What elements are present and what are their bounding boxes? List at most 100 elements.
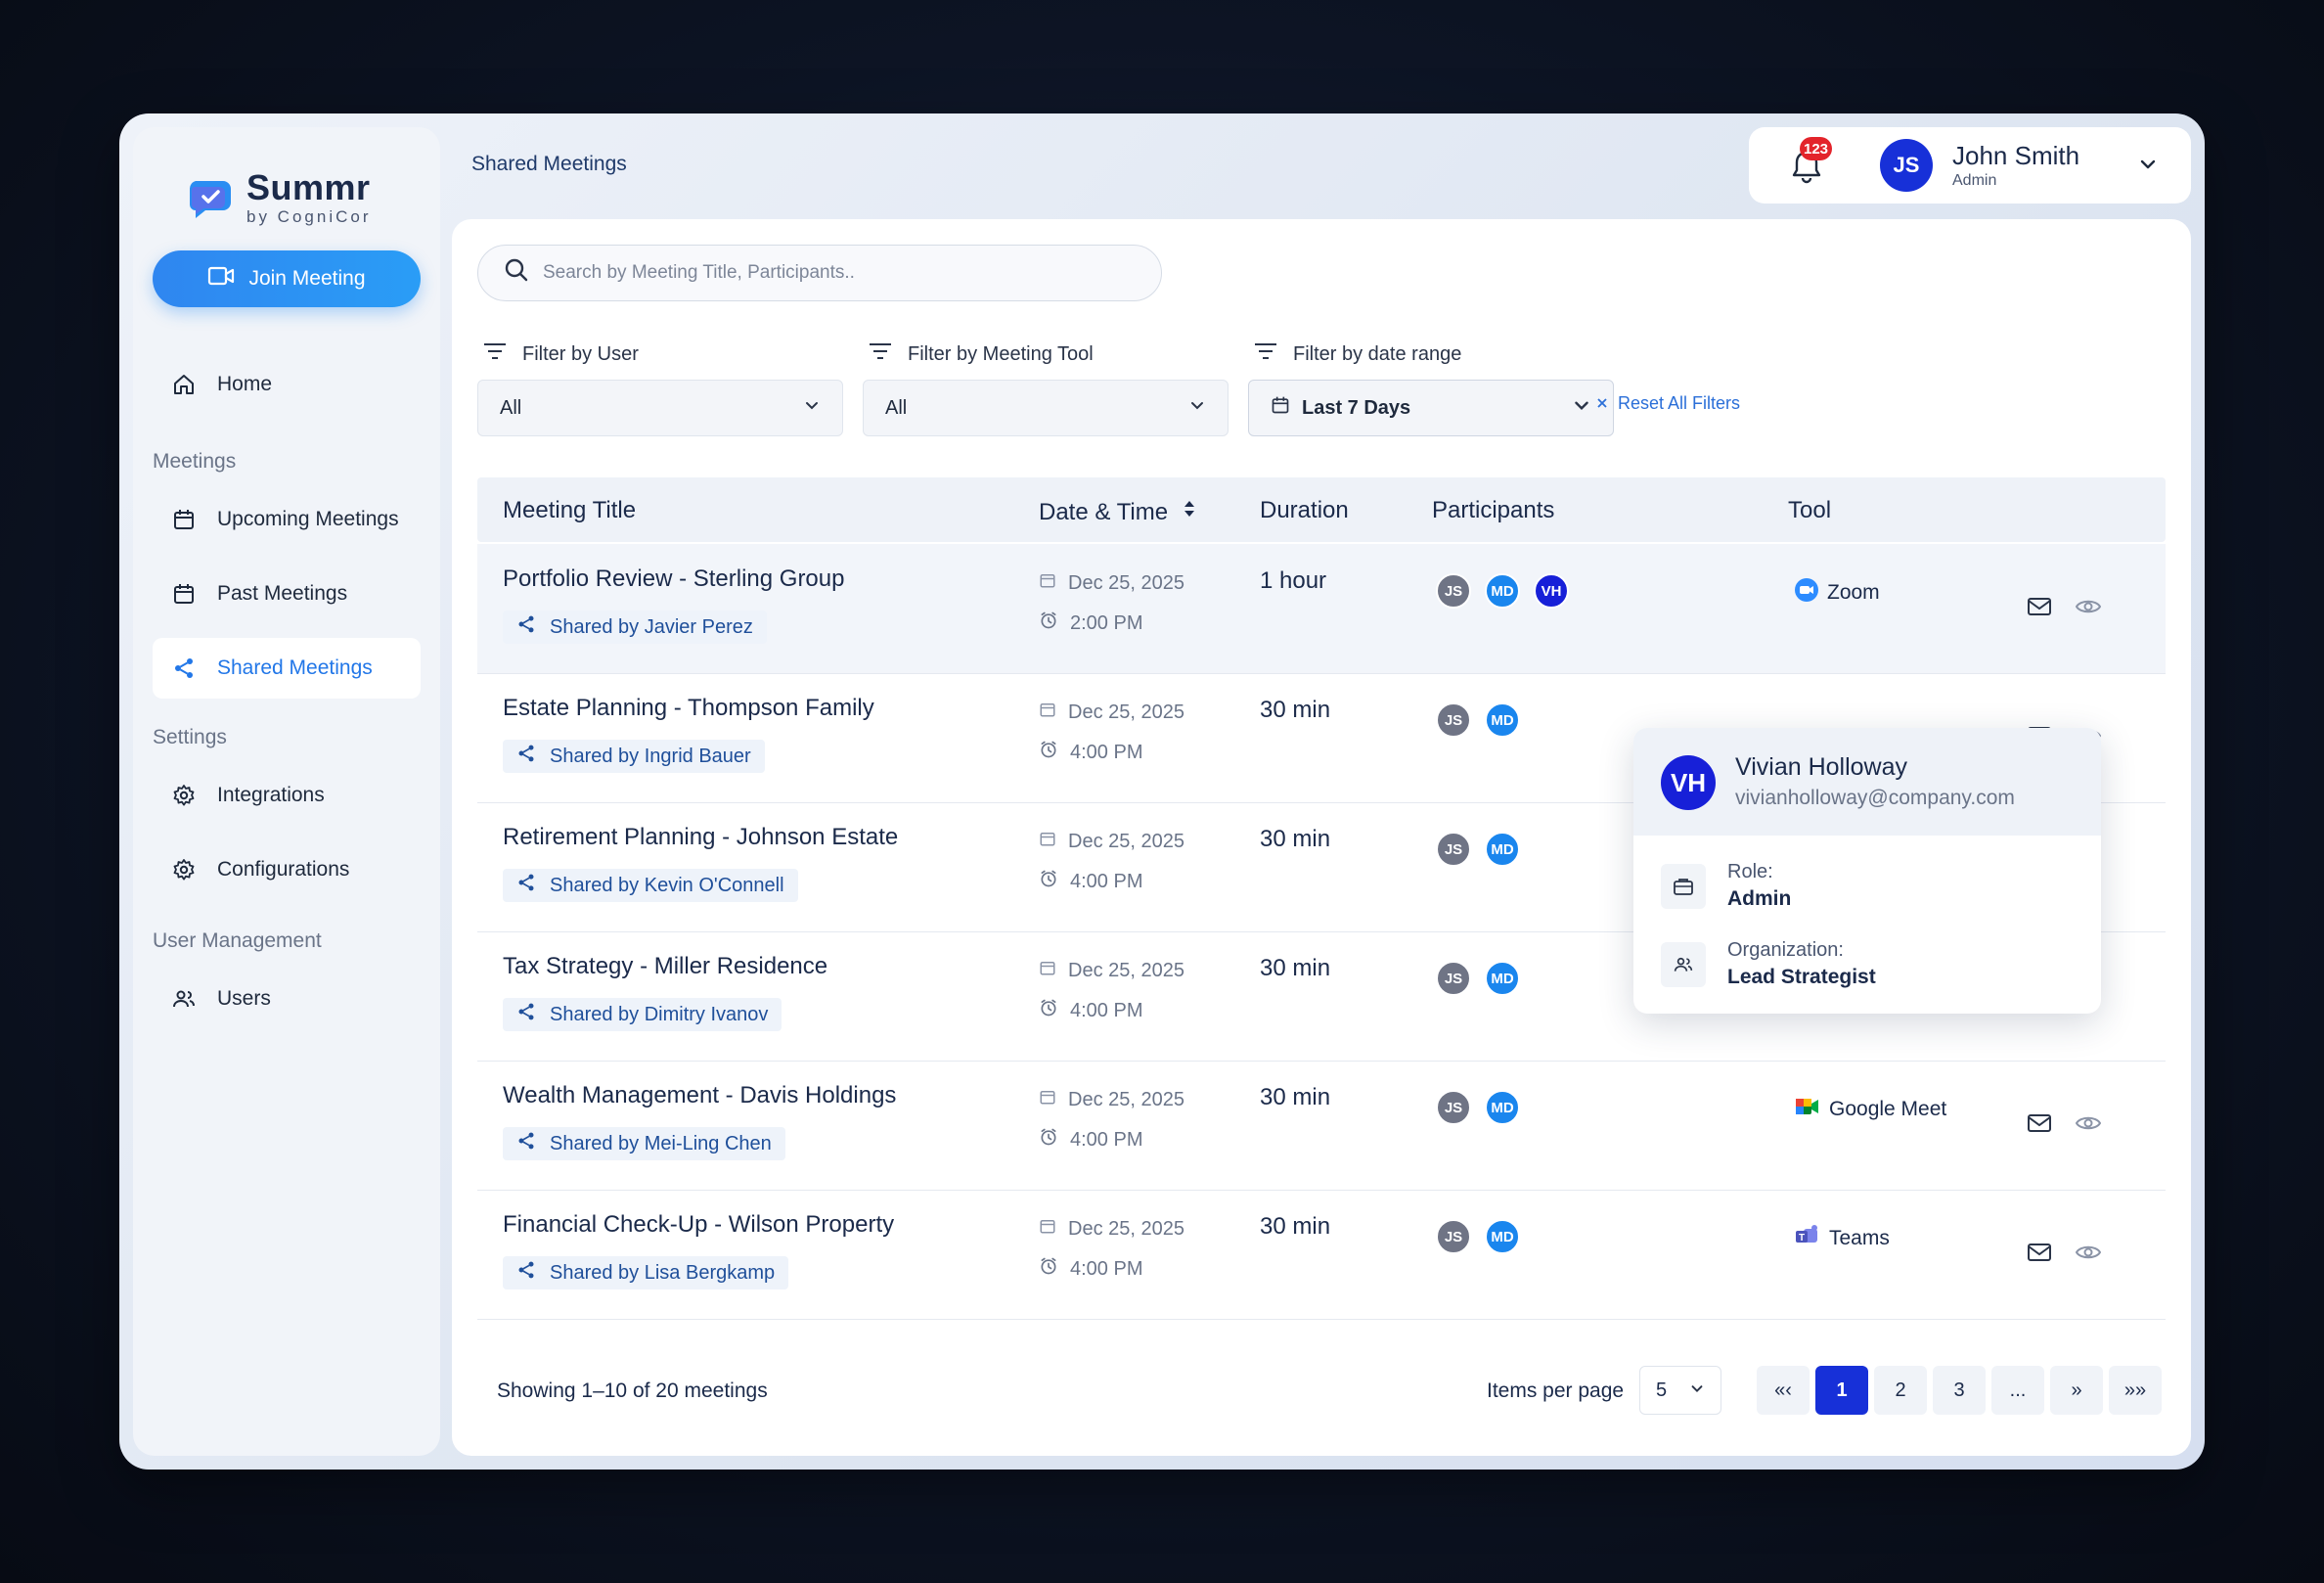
participants-list: JS MD VH [1436,573,1569,609]
meeting-title[interactable]: Retirement Planning - Johnson Estate [503,824,898,851]
avatar[interactable]: JS [1880,139,1933,192]
filter-user-select[interactable]: All [477,380,843,436]
meeting-date-label: Dec 25, 2025 [1068,1217,1184,1240]
filter-user-label: Filter by User [483,342,639,366]
chevron-down-icon [1689,1379,1705,1402]
pagination-button[interactable]: 1 [1815,1366,1868,1415]
sidebar-section-meetings: Meetings [153,450,237,473]
shared-by-badge: Shared by Kevin O'Connell [503,869,798,902]
chevron-down-icon [1188,396,1206,420]
mail-icon[interactable] [2027,1113,2052,1138]
participant-avatar[interactable]: JS [1436,832,1471,867]
join-meeting-button[interactable]: Join Meeting [153,250,421,307]
sidebar-item-configurations[interactable]: Configurations [153,839,421,900]
mail-icon[interactable] [2027,597,2052,621]
participant-avatar[interactable]: MD [1485,702,1520,738]
participant-avatar[interactable]: JS [1436,573,1471,609]
logo-icon [189,177,235,220]
gear-icon [172,858,196,882]
items-per-page-select[interactable]: 5 [1639,1366,1721,1415]
sort-icon[interactable] [1182,497,1197,527]
calendar-icon [1039,701,1056,724]
meeting-date: Dec 25, 2025 [1039,959,1184,982]
eye-icon[interactable] [2075,1113,2102,1138]
meeting-tool: T Teams [1794,1223,1890,1254]
sidebar-item-integrations[interactable]: Integrations [153,765,421,826]
column-header-label: Date & Time [1039,498,1169,525]
participant-avatar[interactable]: MD [1485,1219,1520,1254]
sidebar-item-past-meetings[interactable]: Past Meetings [153,564,421,624]
notification-count-badge: 123 [1800,137,1833,160]
user-menu[interactable]: 123 JS John Smith Admin [1749,127,2191,204]
meeting-time-label: 4:00 PM [1070,741,1143,763]
main-panel: Search by Meeting Title, Participants.. … [452,219,2191,1456]
search-icon [504,257,529,289]
filter-icon [1254,342,1277,366]
meeting-date: Dec 25, 2025 [1039,830,1184,853]
participant-avatar[interactable]: JS [1436,1219,1471,1254]
calendar-icon [1039,830,1056,853]
column-header-participants: Participants [1432,497,1555,523]
meeting-time: 4:00 PM [1039,1256,1142,1282]
participant-avatar[interactable]: MD [1485,1090,1520,1125]
filter-icon [869,342,892,366]
participant-avatar[interactable]: JS [1436,1090,1471,1125]
mail-icon[interactable] [2027,1243,2052,1267]
search-placeholder: Search by Meeting Title, Participants.. [543,262,855,283]
table-row[interactable]: Wealth Management - Davis Holdings Share… [477,1061,2166,1191]
meeting-duration: 30 min [1260,1213,1331,1240]
reset-filters-button[interactable]: Reset All Filters [1596,393,1740,414]
column-header-date-time[interactable]: Date & Time [1039,497,1197,527]
share-icon [172,656,196,680]
calendar-icon [172,582,196,606]
filter-tool-select[interactable]: All [863,380,1229,436]
pagination-button[interactable]: »» [2109,1366,2162,1415]
pagination-button[interactable]: «‹ [1757,1366,1810,1415]
share-icon [516,873,536,898]
sidebar-item-label: Configurations [217,858,350,881]
close-icon [1596,393,1608,414]
pagination-button[interactable]: 3 [1933,1366,1986,1415]
sidebar-item-shared-meetings[interactable]: Shared Meetings [153,638,421,699]
pagination-button[interactable]: 2 [1874,1366,1927,1415]
meeting-time: 2:00 PM [1039,611,1142,636]
shared-by-badge: Shared by Lisa Bergkamp [503,1256,789,1289]
calendar-icon [1039,571,1056,595]
participant-avatar[interactable]: MD [1485,573,1520,609]
pagination-button[interactable]: » [2050,1366,2103,1415]
meeting-title[interactable]: Tax Strategy - Miller Residence [503,953,827,980]
meeting-title[interactable]: Financial Check-Up - Wilson Property [503,1211,894,1239]
eye-icon[interactable] [2075,597,2102,621]
alarm-clock-icon [1039,998,1058,1023]
meeting-title[interactable]: Wealth Management - Davis Holdings [503,1082,896,1109]
chevron-down-icon[interactable] [2136,153,2160,181]
app-window: Summr by CogniCor Join Meeting Home Meet… [119,113,2205,1470]
participant-avatar[interactable]: JS [1436,961,1471,996]
logo[interactable]: Summr by CogniCor [189,170,372,227]
sidebar-item-users[interactable]: Users [153,969,421,1029]
table-row[interactable]: Financial Check-Up - Wilson Property Sha… [477,1190,2166,1320]
sidebar-item-label: Users [217,987,271,1010]
meeting-tool-label: Google Meet [1829,1098,1947,1120]
participant-avatar[interactable]: MD [1485,961,1520,996]
shared-by-badge: Shared by Dimitry Ivanov [503,998,782,1031]
pagination-button[interactable]: ... [1991,1366,2044,1415]
shared-by-label: Shared by Ingrid Bauer [550,745,751,767]
sidebar-item-upcoming-meetings[interactable]: Upcoming Meetings [153,489,421,550]
filter-date-label-text: Filter by date range [1293,342,1462,365]
filter-date-select[interactable]: Last 7 Days [1248,380,1614,436]
participant-avatar[interactable]: JS [1436,702,1471,738]
share-icon [516,1260,536,1286]
table-row[interactable]: Portfolio Review - Sterling Group Shared… [477,544,2166,674]
participant-avatar[interactable]: MD [1485,832,1520,867]
user-role: Admin [1952,172,1997,189]
eye-icon[interactable] [2075,1243,2102,1267]
sidebar-item-home[interactable]: Home [153,354,421,415]
meeting-time-label: 4:00 PM [1070,870,1143,892]
participant-avatar[interactable]: VH [1534,573,1569,609]
join-meeting-label: Join Meeting [248,267,366,290]
meeting-title[interactable]: Portfolio Review - Sterling Group [503,565,844,593]
calendar-icon [1039,1217,1056,1241]
search-input[interactable]: Search by Meeting Title, Participants.. [477,245,1162,301]
meeting-title[interactable]: Estate Planning - Thompson Family [503,695,874,722]
